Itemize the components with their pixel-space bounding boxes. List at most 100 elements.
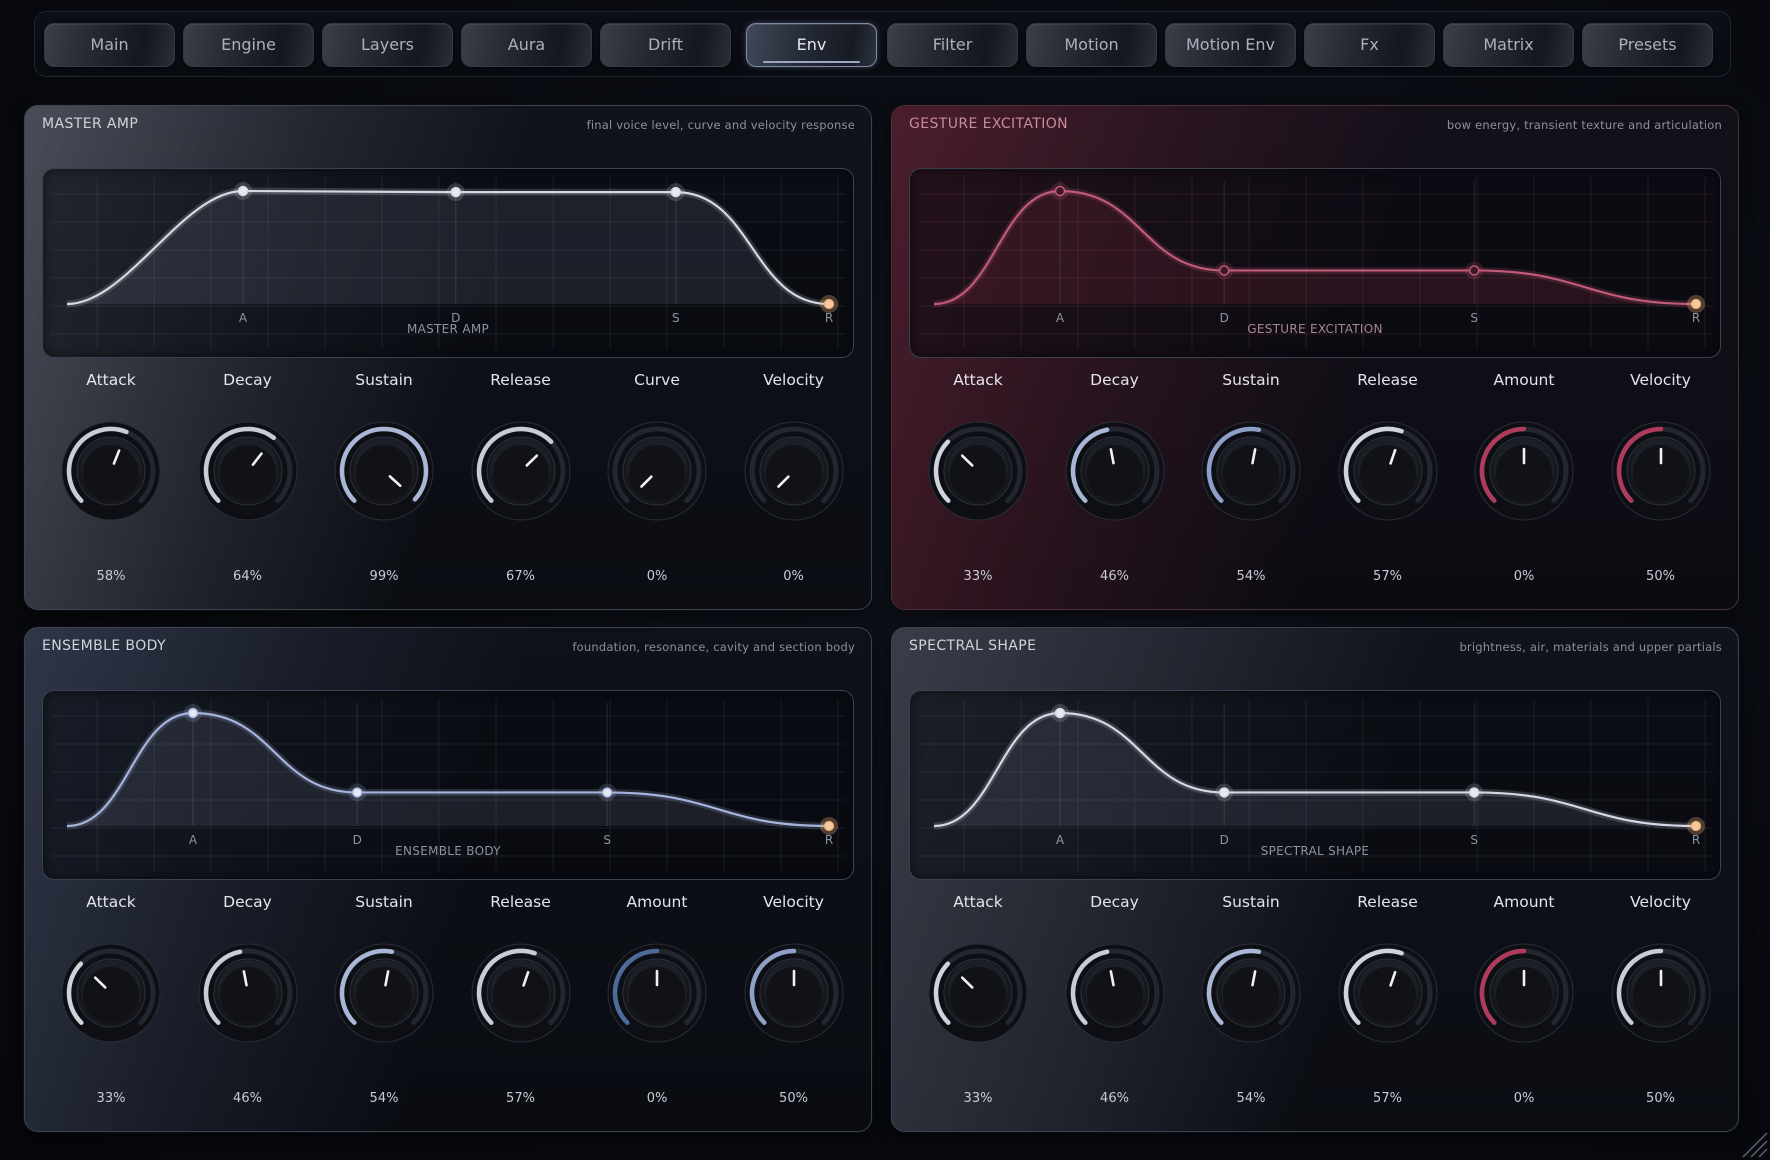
knob-label: Release [1357, 893, 1418, 911]
knob-value: 0% [783, 569, 804, 584]
knob-label: Attack [953, 371, 1003, 389]
rotary-knob[interactable] [198, 943, 298, 1043]
rotary-knob[interactable] [1338, 943, 1438, 1043]
knob-label: Velocity [1630, 893, 1691, 911]
knob-label: Velocity [763, 371, 824, 389]
tab-motion-env[interactable]: Motion Env [1165, 23, 1296, 67]
rotary-knob[interactable] [61, 421, 161, 521]
resize-grip-icon[interactable] [1738, 1128, 1768, 1158]
knob-curve: Curve 0% [592, 371, 722, 596]
knob-sustain: Sustain 99% [319, 371, 449, 596]
gesture-excitation-panel: GESTURE EXCITATION bow energy, transient … [891, 105, 1739, 610]
knob-value: 50% [779, 1091, 808, 1106]
knob-label: Sustain [1222, 893, 1280, 911]
knob-label: Decay [223, 893, 272, 911]
knob-attack: Attack 33% [913, 371, 1043, 596]
envelope-graph[interactable]: A D S R SPECTRAL SHAPE [909, 690, 1721, 880]
rotary-knob[interactable] [471, 421, 571, 521]
rotary-knob[interactable] [607, 943, 707, 1043]
rotary-knob[interactable] [334, 943, 434, 1043]
rotary-knob[interactable] [1065, 943, 1165, 1043]
knob-label: Sustain [355, 371, 413, 389]
knob-label: Release [490, 371, 551, 389]
envelope-graph[interactable]: A D S R GESTURE EXCITATION [909, 168, 1721, 358]
knob-sustain: Sustain 54% [1186, 371, 1316, 596]
knob-label: Amount [626, 893, 688, 911]
tab-filter[interactable]: Filter [887, 23, 1018, 67]
tab-drift[interactable]: Drift [600, 23, 731, 67]
knob-label: Attack [86, 371, 136, 389]
rotary-knob[interactable] [928, 421, 1028, 521]
panel-subtitle: final voice level, curve and velocity re… [586, 118, 855, 132]
rotary-knob[interactable] [1611, 421, 1711, 521]
knob-value: 54% [1236, 1091, 1266, 1106]
master-amp-panel: MASTER AMP final voice level, curve and v… [24, 105, 872, 610]
rotary-knob[interactable] [607, 421, 707, 521]
knob-velocity: Velocity 50% [1596, 893, 1726, 1118]
tab-main[interactable]: Main [44, 23, 175, 67]
rotary-knob[interactable] [744, 421, 844, 521]
knob-attack: Attack 58% [46, 371, 176, 596]
rotary-knob[interactable] [928, 943, 1028, 1043]
tab-motion[interactable]: Motion [1026, 23, 1157, 67]
knob-value: 58% [96, 569, 126, 584]
knob-value: 57% [1373, 569, 1402, 584]
knob-label: Release [1357, 371, 1418, 389]
knob-value: 54% [1236, 569, 1266, 584]
rotary-knob[interactable] [1474, 943, 1574, 1043]
spectral-shape-panel: SPECTRAL SHAPE brightness, air, materials… [891, 627, 1739, 1132]
knob-value: 99% [369, 569, 399, 584]
knob-decay: Decay 64% [183, 371, 313, 596]
envelope-graph[interactable]: A D S R MASTER AMP [42, 168, 854, 358]
tab-layers[interactable]: Layers [322, 23, 453, 67]
knob-value: 46% [1100, 1091, 1129, 1106]
knob-value: 46% [1100, 569, 1129, 584]
knob-label: Velocity [763, 893, 824, 911]
knob-sustain: Sustain 54% [319, 893, 449, 1118]
knob-value: 0% [1513, 569, 1535, 584]
knob-value: 64% [233, 569, 262, 584]
tab-fx[interactable]: Fx [1304, 23, 1435, 67]
envelope-graph[interactable]: A D S R ENSEMBLE BODY [42, 690, 854, 880]
panel-title: MASTER AMP [42, 116, 139, 132]
rotary-knob[interactable] [1338, 421, 1438, 521]
knob-decay: Decay 46% [1050, 893, 1180, 1118]
rotary-knob[interactable] [198, 421, 298, 521]
tab-engine[interactable]: Engine [183, 23, 314, 67]
rotary-knob[interactable] [471, 943, 571, 1043]
knob-velocity: Velocity 50% [1596, 371, 1726, 596]
rotary-knob[interactable] [744, 943, 844, 1043]
knob-value: 54% [369, 1091, 399, 1106]
ensemble-body-panel: ENSEMBLE BODY foundation, resonance, cavi… [24, 627, 872, 1132]
knob-label: Amount [1493, 371, 1555, 389]
rotary-knob[interactable] [1201, 421, 1301, 521]
knob-release: Release 57% [456, 893, 586, 1118]
tab-bar: Main Engine Layers Aura Drift Env Filter… [34, 11, 1731, 77]
tab-presets[interactable]: Presets [1582, 23, 1713, 67]
tab-matrix[interactable]: Matrix [1443, 23, 1574, 67]
knob-amount: Amount 0% [1459, 893, 1589, 1118]
knob-label: Release [490, 893, 551, 911]
rotary-knob[interactable] [334, 421, 434, 521]
knob-label: Attack [953, 893, 1003, 911]
knob-attack: Attack 33% [913, 893, 1043, 1118]
knob-decay: Decay 46% [1050, 371, 1180, 596]
knob-value: 33% [963, 569, 993, 584]
knob-value: 50% [1646, 1091, 1675, 1106]
knob-attack: Attack 33% [46, 893, 176, 1118]
knob-label: Velocity [1630, 371, 1691, 389]
panel-title: ENSEMBLE BODY [42, 638, 166, 654]
rotary-knob[interactable] [1474, 421, 1574, 521]
tab-env[interactable]: Env [746, 23, 877, 67]
rotary-knob[interactable] [61, 943, 161, 1043]
knob-label: Decay [1090, 371, 1139, 389]
tab-aura[interactable]: Aura [461, 23, 592, 67]
rotary-knob[interactable] [1201, 943, 1301, 1043]
envelope-graph-label: ENSEMBLE BODY [395, 844, 501, 858]
knob-label: Attack [86, 893, 136, 911]
knob-label: Sustain [1222, 371, 1280, 389]
knob-release: Release 57% [1323, 893, 1453, 1118]
panel-subtitle: foundation, resonance, cavity and sectio… [572, 640, 855, 654]
rotary-knob[interactable] [1065, 421, 1165, 521]
rotary-knob[interactable] [1611, 943, 1711, 1043]
